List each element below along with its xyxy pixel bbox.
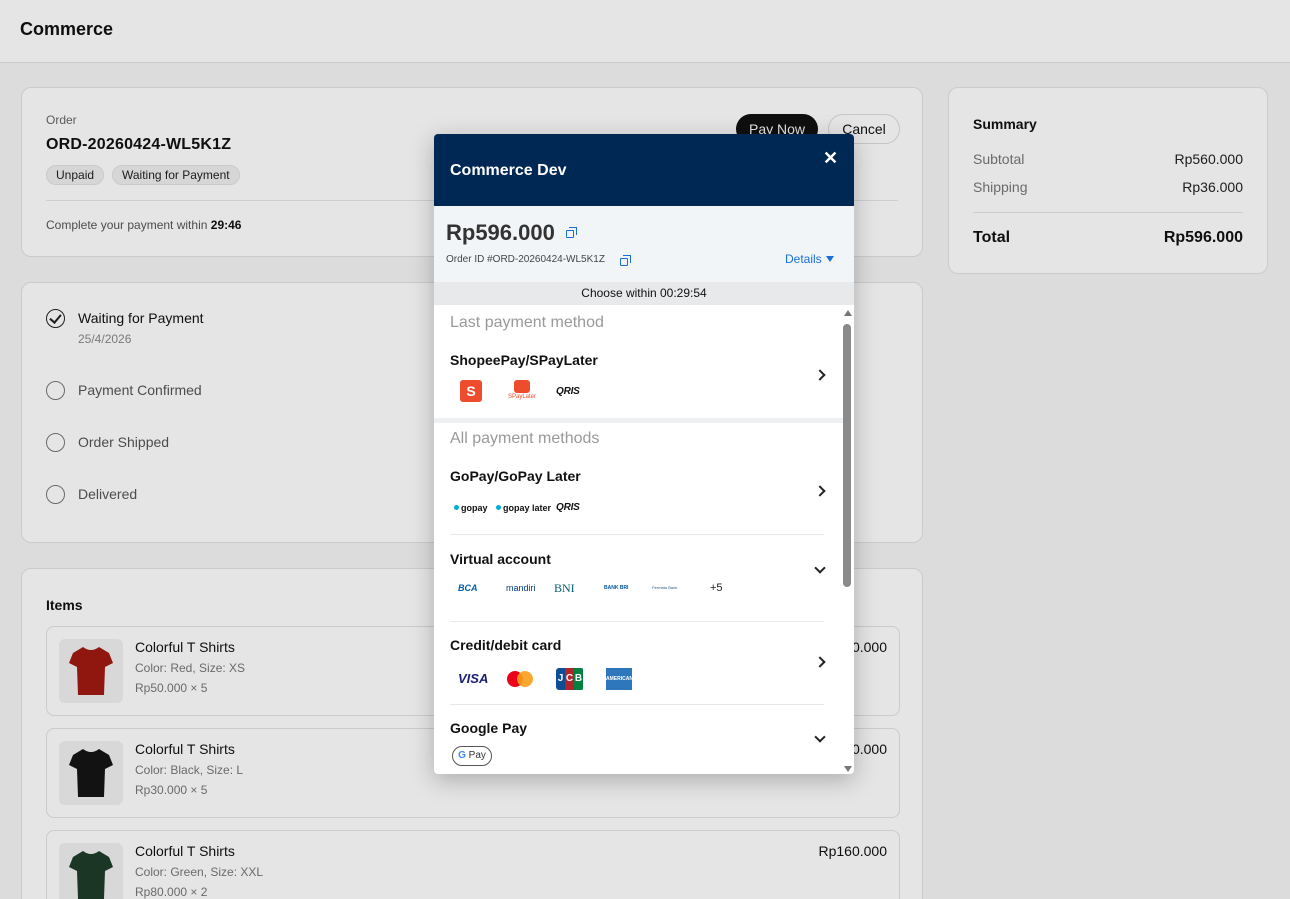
payment-modal: Commerce Dev ✕ Rp596.000 Order ID #ORD-2… — [434, 134, 854, 774]
method-logos: G Pay — [450, 746, 530, 770]
method-gopay[interactable]: GoPay/GoPay Later gopay gopay later QRIS — [450, 468, 826, 535]
gopay-icon: gopay — [454, 496, 488, 520]
details-toggle[interactable]: Details — [785, 252, 834, 266]
method-virtual-account[interactable]: Virtual account BCA mandiri BNI BANK BRI… — [450, 551, 826, 622]
chevron-down-icon — [814, 731, 826, 743]
shopeepay-icon: S — [460, 380, 482, 402]
chevron-right-icon — [814, 369, 826, 381]
bca-logo: BCA — [458, 583, 478, 593]
order-id-line: Order ID #ORD-20260424-WL5K1Z — [446, 254, 605, 265]
scrollbar-thumb[interactable] — [843, 324, 851, 587]
method-credit-card[interactable]: Credit/debit card VISA JCB AMERICAN EXPR… — [450, 637, 826, 705]
spaylater-icon: SPayLater — [508, 380, 536, 404]
method-name: ShopeePay/SPayLater — [450, 352, 598, 368]
scrollbar[interactable] — [842, 308, 852, 774]
chevron-down-icon — [814, 562, 826, 574]
gopay-text: gopay — [461, 503, 488, 513]
payment-amount: Rp596.000 — [446, 220, 555, 245]
qris-icon: QRIS — [556, 502, 580, 513]
bri-logo: BANK BRI — [604, 585, 629, 591]
jcb-c: C — [565, 668, 574, 690]
method-name: GoPay/GoPay Later — [450, 468, 581, 484]
method-logos: VISA JCB AMERICAN EXPRESS — [450, 667, 670, 704]
merchant-name: Commerce Dev — [450, 162, 567, 179]
google-pay-logo: G Pay — [452, 746, 492, 766]
details-label: Details — [785, 252, 822, 266]
modal-header: Commerce Dev ✕ — [434, 134, 854, 206]
mastercard-orange-circle — [517, 671, 533, 687]
visa-logo: VISA — [458, 671, 489, 686]
method-name: Google Pay — [450, 720, 528, 736]
mastercard-logo — [507, 667, 535, 691]
method-shopeepay[interactable]: ShopeePay/SPayLater S SPayLater QRIS — [450, 352, 826, 418]
payment-method-list[interactable]: Last payment method ShopeePay/SPayLater … — [434, 305, 854, 774]
more-banks-count: +5 — [710, 582, 723, 594]
amex-logo: AMERICAN EXPRESS — [606, 668, 633, 704]
method-logos: S SPayLater QRIS — [450, 380, 650, 404]
qris-icon: QRIS — [556, 386, 580, 397]
permata-logo: Permata Bank — [652, 585, 678, 590]
method-google-pay[interactable]: Google Pay G Pay — [450, 720, 826, 774]
scroll-down-arrow-icon[interactable] — [844, 766, 852, 772]
scroll-up-arrow-icon[interactable] — [844, 310, 852, 316]
copy-icon[interactable] — [566, 227, 577, 238]
amount-panel: Rp596.000 Order ID #ORD-20260424-WL5K1Z … — [434, 206, 854, 282]
jcb-logo: JCB — [556, 668, 584, 690]
bni-logo: BNI — [554, 581, 575, 595]
caret-down-icon — [825, 256, 834, 262]
method-name: Virtual account — [450, 551, 551, 567]
mandiri-logo: mandiri — [506, 583, 536, 593]
jcb-b: B — [574, 668, 583, 690]
gopay-dot — [454, 505, 459, 510]
google-pay-text: Pay — [468, 750, 486, 761]
gopay-later-text: gopay later — [503, 503, 552, 513]
method-name: Credit/debit card — [450, 637, 562, 653]
google-g: G — [458, 750, 466, 761]
gopay-dot — [496, 505, 501, 510]
jcb-j: J — [556, 668, 565, 690]
copy-icon[interactable] — [620, 255, 631, 266]
gopay-later-icon: gopay later — [496, 496, 551, 520]
method-logos: BCA mandiri BNI BANK BRI Permata Bank +5 — [450, 576, 750, 600]
divider — [450, 704, 824, 705]
close-icon[interactable]: ✕ — [823, 149, 838, 167]
section-separator — [434, 418, 844, 423]
last-method-title: Last payment method — [450, 314, 604, 331]
choose-countdown: Choose within 00:29:54 — [434, 282, 854, 305]
method-logos: gopay gopay later QRIS — [450, 496, 650, 520]
bag-shape — [514, 380, 530, 393]
chevron-right-icon — [814, 656, 826, 668]
spaylater-text: SPayLater — [508, 394, 537, 400]
divider — [450, 534, 824, 535]
all-methods-title: All payment methods — [450, 430, 600, 447]
divider — [450, 621, 824, 622]
chevron-right-icon — [814, 485, 826, 497]
